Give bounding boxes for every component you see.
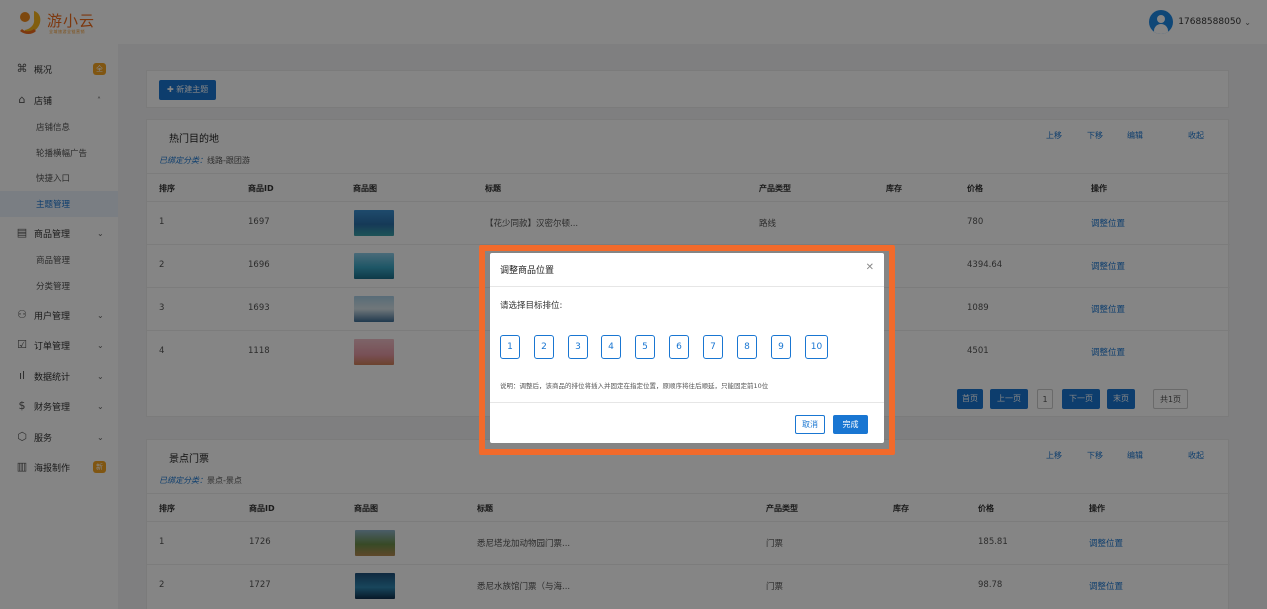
position-option-10[interactable]: 10 [805, 335, 828, 359]
position-option-1[interactable]: 1 [500, 335, 520, 359]
adjust-position-dialog: 调整商品位置 ✕ 请选择目标排位: 1 2 3 4 5 6 7 8 9 10 说… [490, 253, 884, 443]
position-option-3[interactable]: 3 [568, 335, 588, 359]
position-option-9[interactable]: 9 [771, 335, 791, 359]
position-option-7[interactable]: 7 [703, 335, 723, 359]
divider [490, 402, 884, 403]
position-option-6[interactable]: 6 [669, 335, 689, 359]
close-icon[interactable]: ✕ [866, 262, 874, 273]
divider [490, 286, 884, 287]
dialog-prompt: 请选择目标排位: [500, 301, 563, 311]
position-option-4[interactable]: 4 [601, 335, 621, 359]
position-option-8[interactable]: 8 [737, 335, 757, 359]
confirm-button[interactable]: 完成 [833, 415, 868, 434]
dialog-title: 调整商品位置 [500, 266, 555, 276]
dialog-note: 说明：调整后，该商品的排位将插入并固定在指定位置，原顺序将往后顺延，只能固定前1… [500, 382, 769, 390]
position-option-2[interactable]: 2 [534, 335, 554, 359]
position-option-5[interactable]: 5 [635, 335, 655, 359]
cancel-button[interactable]: 取消 [795, 415, 825, 434]
